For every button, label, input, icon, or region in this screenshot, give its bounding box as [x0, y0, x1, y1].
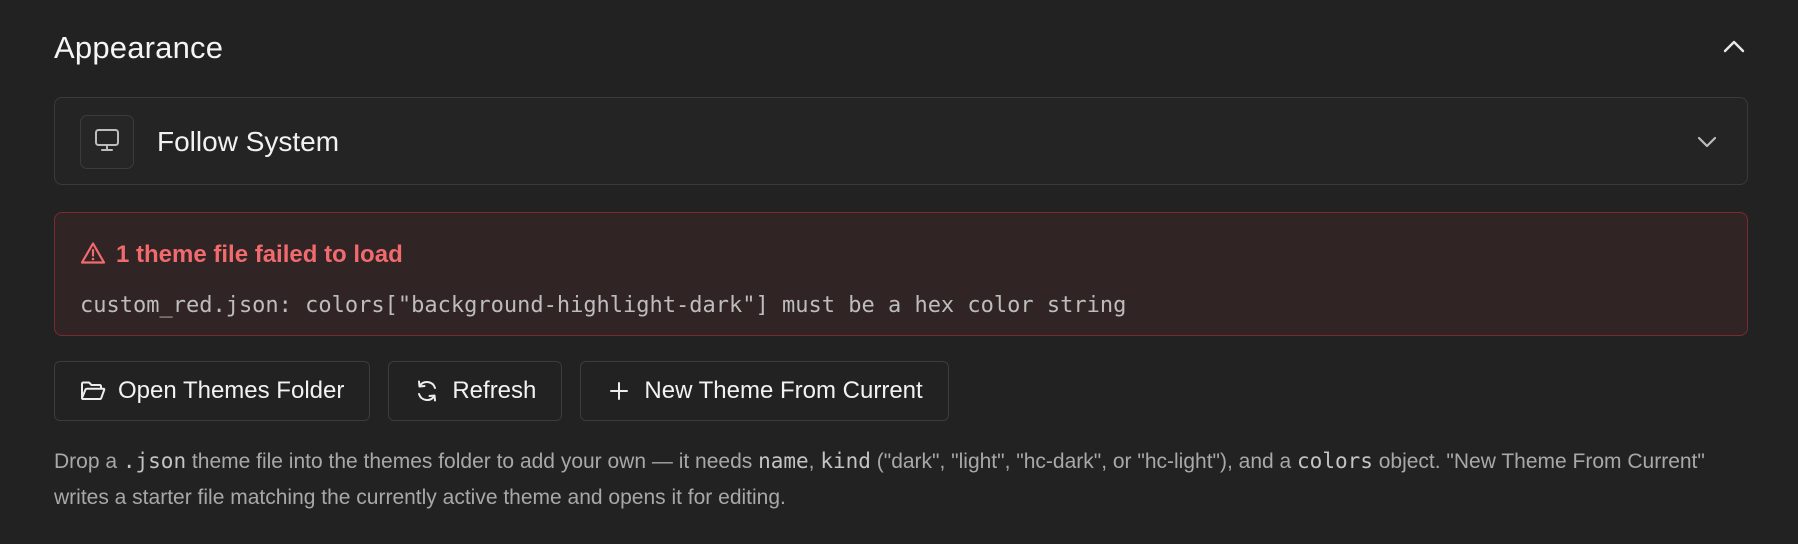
open-themes-folder-label: Open Themes Folder	[118, 377, 345, 404]
error-detail: custom_red.json: colors["background-high…	[80, 293, 1127, 318]
theme-select[interactable]: Follow System	[54, 97, 1748, 185]
refresh-icon	[414, 378, 440, 404]
theme-error-alert: 1 theme file failed to load custom_red.j…	[54, 212, 1748, 336]
refresh-label: Refresh	[452, 377, 537, 404]
open-themes-folder-button[interactable]: Open Themes Folder	[54, 361, 371, 421]
help-text-part: ("dark", "light", "hc-dark", or "hc-ligh…	[870, 450, 1298, 473]
section-header: Appearance	[54, 28, 1750, 68]
refresh-button[interactable]: Refresh	[388, 361, 563, 421]
new-theme-from-current-button[interactable]: New Theme From Current	[580, 361, 949, 421]
warning-triangle-icon	[80, 241, 106, 270]
help-text-part: theme file into the themes folder to add…	[186, 450, 759, 473]
folder-open-icon	[80, 378, 106, 404]
theme-actions: Open Themes Folder Refresh New Theme Fro…	[54, 361, 949, 421]
error-title-row: 1 theme file failed to load	[80, 239, 403, 271]
help-text-part: Drop a	[54, 450, 123, 473]
monitor-icon-box	[80, 115, 134, 169]
help-code-json: .json	[122, 449, 187, 473]
help-code-kind: kind	[820, 449, 871, 473]
section-title: Appearance	[54, 30, 224, 65]
plus-icon	[606, 378, 632, 404]
collapse-button[interactable]	[1718, 32, 1750, 64]
theme-select-value: Follow System	[157, 126, 340, 157]
chevron-up-icon	[1723, 39, 1745, 58]
monitor-icon	[93, 127, 121, 158]
help-code-colors: colors	[1297, 449, 1373, 473]
help-code-name: name	[758, 449, 809, 473]
new-theme-from-current-label: New Theme From Current	[644, 377, 923, 404]
chevron-down-icon	[1693, 128, 1721, 156]
error-title: 1 theme file failed to load	[116, 241, 403, 268]
help-text-part: ,	[808, 450, 821, 473]
themes-help-text: Drop a .json theme file into the themes …	[54, 443, 1750, 516]
